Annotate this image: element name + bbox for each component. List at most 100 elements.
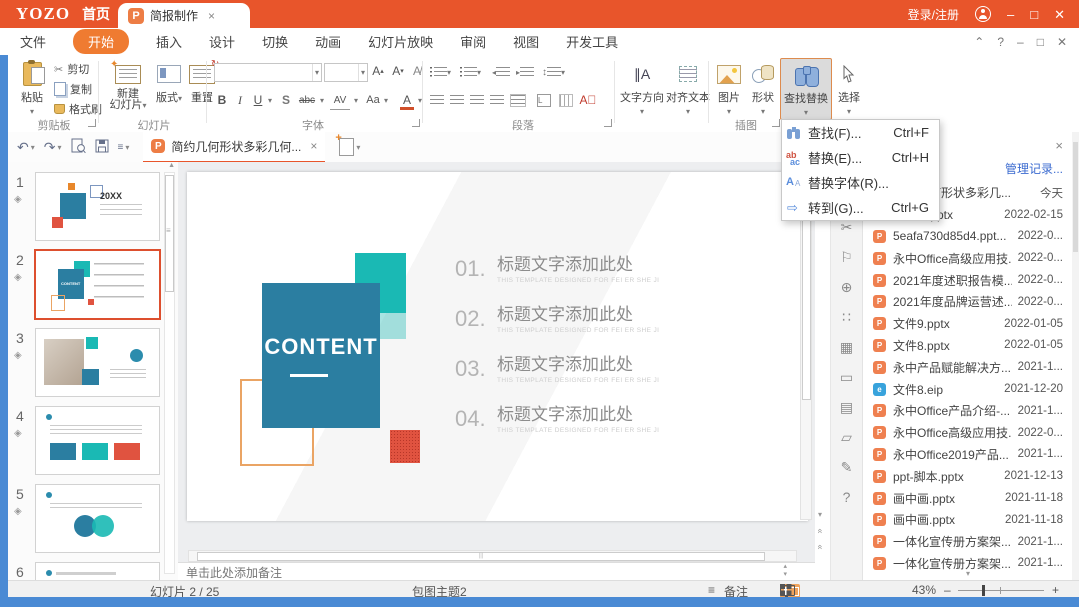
recent-file-row[interactable]: P 永中Office2019产品... 2021-1... <box>863 444 1073 466</box>
menu-item[interactable]: 动画 <box>315 32 341 51</box>
doc-minimize-icon[interactable]: – <box>1017 35 1024 49</box>
copy-button[interactable]: 复制 <box>54 81 92 97</box>
strike-caret[interactable]: ▾ <box>318 91 326 109</box>
slide-canvas[interactable]: CONTENT 01. 标题文字添加此处 THIS TEMPLATE DESIG… <box>187 172 808 521</box>
panel-collapse-icon[interactable]: ▲ <box>168 162 175 169</box>
decrease-indent-button[interactable]: ◂ <box>492 63 511 81</box>
underline-button[interactable]: U <box>252 91 264 109</box>
paragraph-dialog-launcher[interactable] <box>604 119 612 127</box>
slide-thumbnail-item[interactable]: 2 ◈ CONTENT <box>8 246 164 324</box>
slide-thumbnail-item[interactable]: 5 ◈ <box>8 480 164 558</box>
slide-thumbnail-item[interactable]: 6 ◈ <box>8 558 164 580</box>
dropdown-menu-item[interactable]: 转到(G)... Ctrl+G <box>782 195 939 220</box>
recent-file-row[interactable]: P ppt-脚本.pptx 2021-12-13 <box>863 465 1073 487</box>
line-spacing-button[interactable]: ↕ ▾ <box>542 63 565 81</box>
select-button[interactable]: 选择 ▾ <box>832 58 866 118</box>
tool-strip-icon[interactable]: ✎ <box>841 460 853 474</box>
strikethrough-button[interactable]: abc <box>296 91 318 109</box>
window-close-icon[interactable]: ✕ <box>1054 8 1065 21</box>
home-tab[interactable]: 首页 <box>82 4 110 24</box>
slide-thumbnail[interactable] <box>35 562 160 580</box>
document-tab-close-icon[interactable]: × <box>310 139 317 153</box>
recent-file-row[interactable]: P 永中Office产品介绍-... 2021-1... <box>863 400 1073 422</box>
recent-file-row[interactable]: P 2021年度述职报告模... 2022-0... <box>863 269 1073 291</box>
recent-file-row[interactable]: P 2021年度品牌运营述... 2022-0... <box>863 291 1073 313</box>
justify-button[interactable] <box>490 91 504 109</box>
numbering-button[interactable]: ▾ <box>460 63 481 81</box>
bullets-button[interactable]: ▾ <box>430 63 451 81</box>
layout-button[interactable]: 版式▾ <box>152 58 186 118</box>
slideshow-view-button[interactable] <box>780 585 795 599</box>
recent-file-row[interactable]: P 画中画.pptx 2021-11-18 <box>863 487 1073 509</box>
font-size-combo[interactable]: ▾ <box>324 63 368 82</box>
menu-item[interactable]: 切换 <box>262 32 288 51</box>
shadow-button[interactable]: S <box>280 91 292 109</box>
slide-thumbnail[interactable]: 20XX <box>35 172 160 241</box>
tool-strip-icon[interactable]: ▦ <box>840 340 853 354</box>
text-frame-button[interactable]: L <box>536 91 552 109</box>
columns-button[interactable] <box>558 91 574 109</box>
slide-thumbnail-item[interactable]: 4 ◈ <box>8 402 164 480</box>
clipboard-dialog-launcher[interactable] <box>88 119 96 127</box>
align-left-button[interactable] <box>430 91 444 109</box>
distribute-button[interactable] <box>510 91 526 109</box>
notes-toggle-icon[interactable]: ≡ <box>708 583 715 597</box>
panel-scrollbar[interactable] <box>1072 132 1079 580</box>
slide-list-row[interactable]: 04. 标题文字添加此处 THIS TEMPLATE DESIGNED FOR … <box>455 405 659 456</box>
window-maximize-icon[interactable]: □ <box>1030 8 1038 21</box>
slide-thumbnail[interactable]: CONTENT <box>34 249 161 320</box>
next-slide-dbl-icon[interactable]: « <box>816 544 826 549</box>
recent-file-row[interactable]: P 永中Office高级应用技... 2022-0... <box>863 422 1073 444</box>
italic-button[interactable]: I <box>234 91 246 109</box>
red-pattern-shape[interactable] <box>390 430 420 463</box>
zoom-slider[interactable] <box>958 585 1044 596</box>
new-document-icon[interactable] <box>335 132 355 156</box>
print-preview-icon[interactable] <box>71 138 86 157</box>
next-slide-icon[interactable]: ▾ <box>818 510 822 519</box>
case-caret[interactable]: ▾ <box>382 91 390 109</box>
tool-strip-icon[interactable]: ? <box>843 490 851 504</box>
user-avatar-icon[interactable] <box>975 6 991 22</box>
notes-scroll-arrows[interactable]: ▴ ▾ <box>783 563 787 579</box>
login-link[interactable]: 登录/注册 <box>908 6 959 23</box>
font-dialog-launcher[interactable] <box>412 119 420 127</box>
spacing-caret[interactable]: ▾ <box>352 91 360 109</box>
tool-strip-icon[interactable]: ✂ <box>841 220 853 234</box>
new-slide-button[interactable]: ✦ 新建 幻灯片▾ <box>104 58 152 118</box>
change-case-button[interactable]: Aa <box>364 91 382 109</box>
illustration-dialog-launcher[interactable] <box>772 119 780 127</box>
dropdown-menu-item[interactable]: 替换(E)... Ctrl+H <box>782 145 939 170</box>
tool-strip-icon[interactable]: ∷ <box>842 310 851 324</box>
menu-item[interactable]: 审阅 <box>460 32 486 51</box>
menu-item[interactable]: 插入 <box>156 32 182 51</box>
panel-close-icon[interactable]: × <box>1055 138 1063 153</box>
menu-item[interactable]: 文件 <box>20 32 46 51</box>
help-icon[interactable]: ? <box>997 35 1004 49</box>
editor-hscrollbar[interactable]: ||| <box>188 550 797 562</box>
menu-item[interactable]: 幻灯片放映 <box>368 32 433 51</box>
collapse-ribbon-icon[interactable]: ⌃ <box>974 35 984 49</box>
prev-slide-dbl-icon[interactable]: « <box>816 528 826 533</box>
format-painter-button[interactable]: 格式刷 <box>54 101 102 117</box>
zoom-slider-thumb[interactable] <box>982 585 985 596</box>
align-right-button[interactable] <box>470 91 484 109</box>
app-tab-close-icon[interactable]: × <box>208 9 215 23</box>
slide-list-row[interactable]: 01. 标题文字添加此处 THIS TEMPLATE DESIGNED FOR … <box>455 255 659 306</box>
text-effects-button[interactable]: A⃥ <box>580 91 597 109</box>
recent-file-row[interactable]: P 永中Office高级应用技... 2022-0... <box>863 247 1073 269</box>
tool-strip-icon[interactable]: ▤ <box>840 400 853 414</box>
manage-records-link[interactable]: 管理记录... <box>1005 160 1063 177</box>
zoom-in-button[interactable]: + <box>1052 583 1059 597</box>
undo-icon[interactable]: ↶ <box>17 139 29 156</box>
increase-indent-button[interactable]: ▸ <box>516 63 535 81</box>
recent-file-row[interactable]: P 一体化宣传册方案架... 2021-1... <box>863 531 1073 553</box>
recent-file-row[interactable]: P 5eafa730d85d4.ppt... 2022-0... <box>863 226 1073 248</box>
align-center-button[interactable] <box>450 91 464 109</box>
font-name-combo[interactable]: ▾ <box>214 63 322 82</box>
cut-button[interactable]: ✂ 剪切 <box>54 61 89 77</box>
bold-button[interactable]: B <box>216 91 228 109</box>
tool-strip-icon[interactable]: ▱ <box>841 430 852 444</box>
notes-bar[interactable]: 单击此处添加备注 ▴ ▾ <box>178 562 815 581</box>
document-tab[interactable]: P 简约几何形状多彩几何... × <box>143 131 326 163</box>
tool-strip-icon[interactable]: ▭ <box>840 370 853 384</box>
